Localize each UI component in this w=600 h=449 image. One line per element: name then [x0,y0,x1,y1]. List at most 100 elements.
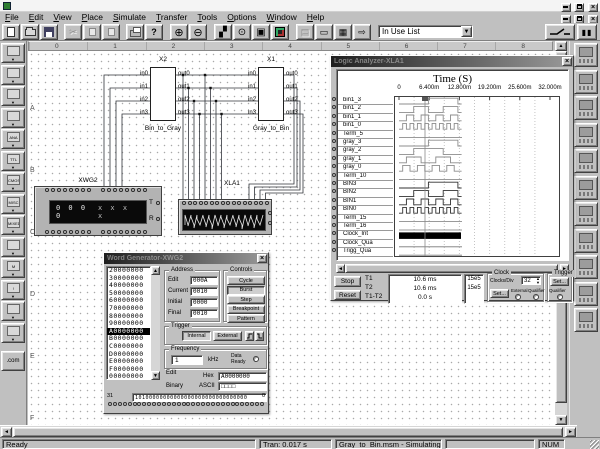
la-titlebar[interactable]: Logic Analyzer-XLA1 [331,56,573,67]
wg-terminal-pin[interactable] [255,402,259,406]
component-group-rf-icon[interactable]: ▼ [1,301,25,321]
xwg2-top-pin[interactable] [119,188,123,192]
xwg2-top-pin[interactable] [51,188,55,192]
logic-analyzer-window[interactable]: Logic Analyzer-XLA1 × Time (S) 06.400m12… [330,55,574,301]
wg-terminal-pin[interactable] [250,402,254,406]
grid-black-icon[interactable] [271,24,289,40]
wg-terminal-pin[interactable] [118,402,122,406]
wg-terminal-pin[interactable] [108,402,112,406]
hscroll-left-icon[interactable]: ◄ [1,427,12,437]
component-group-mixed-ic-icon[interactable]: MIXED▼ [1,215,25,235]
component-group-indicators-icon[interactable]: ▼ [1,237,25,257]
wg-terminal-pin[interactable] [133,402,137,406]
minimize-button[interactable] [561,3,571,12]
wg-terminal-pin[interactable] [260,402,264,406]
paste-icon[interactable] [102,24,120,40]
la-channel-gray_3[interactable]: gray_3 [338,139,393,147]
wg-internal-button[interactable]: Internal [182,331,211,341]
la-hscrollbar[interactable]: ◄ ► [336,264,569,273]
xwg2-top-pin[interactable] [69,188,73,192]
xwg2-top-pin[interactable] [125,188,129,192]
component-group-electromechanical-icon[interactable]: ▼ [1,323,25,343]
xwg2-bottom-pin[interactable] [107,230,111,234]
wg-pattern-button[interactable]: Pattern [227,314,265,323]
new-icon[interactable] [2,24,20,40]
scroll-up-icon[interactable]: ▲ [555,41,567,51]
wg-terminal-pin[interactable] [157,402,161,406]
hscroll-right-icon[interactable]: ► [565,427,576,437]
xwg2-bottom-pin[interactable] [119,230,123,234]
wg-terminal-pin[interactable] [147,402,151,406]
cut-icon[interactable]: ✂ [64,24,82,40]
component-group-diodes-icon[interactable]: ▼ [1,86,25,106]
wg-terminal-pin[interactable] [191,402,195,406]
xla1-top-pin[interactable] [226,201,230,205]
wg-terminal-pin[interactable] [113,402,117,406]
run-switch-icon[interactable] [545,24,575,40]
hscroll-thumb[interactable] [13,427,563,437]
xwg2-top-pin[interactable] [75,188,79,192]
wg-terminal-pin[interactable] [128,402,132,406]
la-channel-BIN3[interactable]: BIN3 [338,181,393,189]
xla1-top-pin[interactable] [199,201,203,205]
wg-current-field[interactable]: 0010 [190,287,218,296]
la-close-icon[interactable]: × [562,57,572,66]
menu-options[interactable]: Options [222,12,261,23]
component-group-controls-icon[interactable]: !▼ [1,280,25,300]
la-channel-Clock_Qua[interactable]: Clock_Qua [338,240,393,248]
xwg2-top-pin[interactable] [137,188,141,192]
wg-titlebar[interactable]: Word Generator-XWG2 [104,253,268,264]
rising-edge-icon[interactable] [245,331,254,341]
xla1-top-pin[interactable] [188,201,192,205]
xwg2-bottom-pin[interactable] [87,230,91,234]
xwg2-bottom-pin[interactable] [113,230,117,234]
wg-hex-field[interactable]: A0000000 [218,372,267,381]
wg-word-list[interactable]: 2000000030000000400000005000000060000000… [106,266,151,380]
in-use-list-select[interactable]: In Use List ▼ [378,25,473,38]
xwg2-top-pin[interactable] [57,188,61,192]
wg-terminal-pin[interactable] [123,402,127,406]
wg-external-button[interactable]: External [213,331,242,341]
canvas-hscrollbar[interactable]: ◄ ► [0,425,577,437]
wg-terminal-pin[interactable] [226,402,230,406]
xwg2-top-pin[interactable] [143,188,147,192]
la-channel-Clock_Int[interactable]: Clock_Int [338,231,393,239]
wg-breakpoint-button[interactable]: Breakpoint [227,305,265,314]
oscilloscope-icon[interactable] [574,123,598,147]
la-channel-gray_0[interactable]: gray_0 [338,164,393,172]
wg-terminal-pin[interactable] [221,402,225,406]
component-group-basic-icon[interactable]: ▼ [1,65,25,85]
menu-tools[interactable]: Tools [192,12,222,23]
wg-list-scrollbar[interactable]: ▲ ▼ [151,266,160,380]
word-generator-window[interactable]: Word Generator-XWG2 × 200000003000000040… [103,252,269,414]
forward-arrow-icon[interactable]: ⇨ [353,24,371,40]
word-generator-instrument[interactable]: 0 0 0 0 x x x x T R [34,186,162,236]
wg-scroll-down-icon[interactable]: ▼ [151,371,160,380]
la-trigger-qualifier-radio[interactable] [557,294,563,300]
menu-view[interactable]: View [48,12,76,23]
wg-initial-field[interactable]: 0000 [190,298,218,307]
la-qualifier-radio[interactable] [533,294,539,300]
xla1-top-pin[interactable] [243,201,247,205]
report-icon[interactable]: ▤ [296,24,314,40]
wg-terminal-pin[interactable] [201,402,205,406]
xla1-top-pin[interactable] [265,201,269,205]
menu-file[interactable]: File [0,12,24,23]
xwg2-bottom-pin[interactable] [63,230,67,234]
xwg2-pin-r[interactable] [156,217,160,221]
la-channel-gray_2[interactable]: gray_2 [338,147,393,155]
wattmeter-icon[interactable] [574,96,598,120]
xwg2-bottom-pin[interactable] [137,230,141,234]
component-group-ttl-icon[interactable]: TTL▼ [1,151,25,171]
function-generator-icon[interactable] [574,70,598,94]
xwg2-bottom-pin[interactable] [57,230,61,234]
la-clocksdiv-input[interactable]: 32▲▼ [521,276,541,285]
wg-terminal-pin[interactable] [167,402,171,406]
scroll-down-icon[interactable]: ▼ [555,415,567,425]
wg-terminal-pin[interactable] [152,402,156,406]
wg-terminal-pin[interactable] [162,402,166,406]
wg-step-button[interactable]: Step [227,295,265,304]
wg-terminal-pin[interactable] [211,402,215,406]
wg-frequency-field[interactable]: 1 [171,355,203,365]
la-channel-Term_5[interactable]: Term_5 [338,131,393,139]
